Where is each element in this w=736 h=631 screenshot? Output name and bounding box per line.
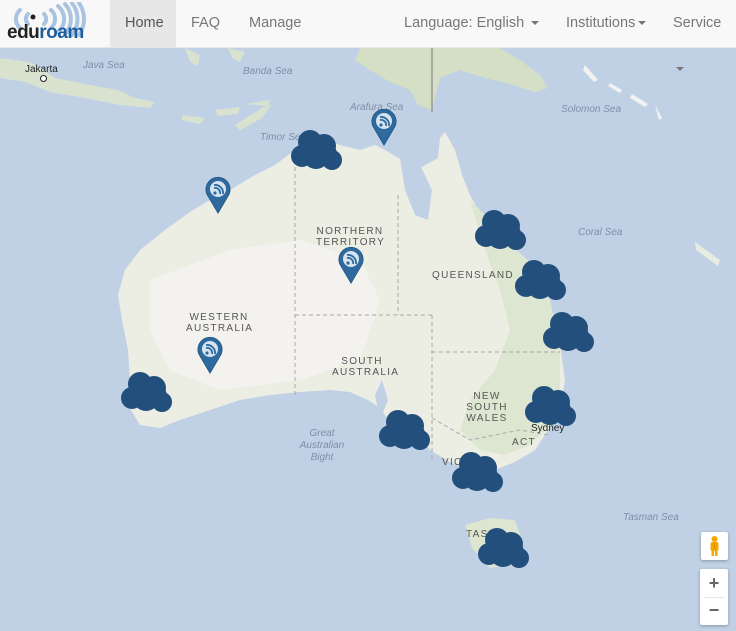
wifi-pin-icon[interactable] [371,108,397,146]
cluster-cloud-icon[interactable] [514,258,570,302]
sea-label-tasman: Tasman Sea [623,512,679,523]
sea-label-great-australian-bight: Great Australian Bight [299,428,345,463]
city-dot-icon [40,75,47,82]
sulawesi-island [185,48,245,66]
institutions-label: Institutions [566,15,636,31]
nav-faq-label: FAQ [191,15,221,31]
java-island [0,58,155,108]
zoom-in-button[interactable]: + [700,570,728,597]
zoom-out-button[interactable]: − [700,597,728,624]
sea-label-java: Java Sea [83,60,125,71]
region-label-queensland: QUEENSLAND [432,270,514,281]
map-landmass [0,48,720,568]
zoom-control: + − [700,569,728,625]
nav-manage-label: Manage [249,15,302,31]
eduroam-logo[interactable]: eduroam [4,1,104,46]
cluster-cloud-icon[interactable] [524,384,580,428]
wifi-pin-icon[interactable] [338,246,364,284]
cluster-cloud-icon[interactable] [474,208,530,252]
caret-down-icon [676,67,684,72]
language-dropdown[interactable]: Language: English [389,0,554,47]
cluster-cloud-icon[interactable] [477,526,533,570]
nav-faq[interactable]: FAQ [176,0,235,47]
street-view-pegman-button[interactable] [701,532,728,560]
cluster-cloud-icon[interactable] [542,310,598,354]
region-label-act: ACT [512,437,536,448]
map-canvas[interactable]: Java Sea Banda Sea Timor Sea Arafura Sea… [0,48,736,631]
cluster-cloud-icon[interactable] [290,128,346,172]
wifi-pin-icon[interactable] [205,176,231,214]
sea-label-coral: Coral Sea [578,227,623,238]
language-label: Language: English [404,15,525,31]
region-label-new-south-wales: NEW SOUTH WALES [466,391,508,424]
city-label-jakarta: Jakarta [25,64,58,75]
region-label-south-australia: SOUTH AUSTRALIA [332,356,400,378]
service-dropdown[interactable]: Service [658,0,736,72]
nav-home[interactable]: Home [110,0,176,47]
lesser-sunda-islands [182,100,272,130]
region-label-western-australia: WESTERN AUSTRALIA [186,312,254,334]
cluster-cloud-icon[interactable] [378,408,434,452]
region-label-northern-territory: NORTHERN TERRITORY [316,226,386,248]
brand-text: eduroam [7,22,84,43]
caret-down-icon [638,21,647,26]
service-label: Service [673,15,722,31]
cluster-cloud-icon[interactable] [451,450,507,494]
sea-label-solomon: Solomon Sea [561,104,622,115]
navbar: eduroam Home FAQ Manage Language: Englis… [0,0,736,72]
nav-manage[interactable]: Manage [234,0,316,47]
caret-down-icon [531,21,540,26]
new-caledonia [695,242,720,266]
wifi-pin-icon[interactable] [197,336,223,374]
pegman-icon [710,536,719,556]
new-guinea [355,48,548,110]
institutions-dropdown[interactable]: Institutions [551,0,661,47]
nav-home-label: Home [125,15,164,31]
sea-label-banda: Banda Sea [243,66,293,77]
cluster-cloud-icon[interactable] [120,370,176,414]
